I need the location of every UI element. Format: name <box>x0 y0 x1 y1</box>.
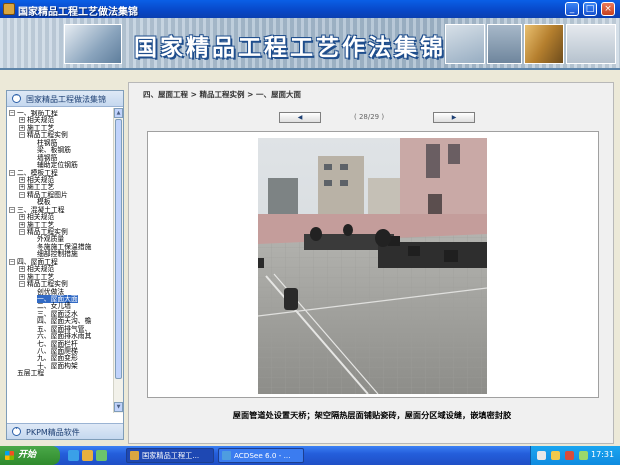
tree-item[interactable]: − 一、钢筋工程 <box>9 110 113 117</box>
expand-node-icon[interactable]: + <box>19 176 25 183</box>
collapse-node-icon[interactable]: − <box>19 229 25 235</box>
tree-item[interactable]: − 三、混凝土工程 <box>9 206 113 214</box>
scroll-up-arrow-icon[interactable]: ▲ <box>114 108 123 118</box>
expand-node-icon[interactable]: + <box>19 273 25 280</box>
collapse-node-icon[interactable]: − <box>19 281 25 288</box>
tree-item[interactable]: + 相关规范 <box>9 265 113 273</box>
collapse-node-icon[interactable]: − <box>9 258 15 265</box>
collapse-node-icon[interactable]: − <box>9 169 15 176</box>
sidebar: ˄ 国家精品工程做法集锦 − 一、钢筋工程 + 相关规范 + 施工工艺 − 精品工程实例 柱钢筋… <box>6 90 124 440</box>
collapse-icon[interactable]: ˄ <box>12 94 21 103</box>
photo-frame <box>147 131 599 398</box>
expand-node-icon[interactable]: + <box>19 117 25 124</box>
taskbar-button-app[interactable]: 国家精品工程工... <box>126 448 214 463</box>
sidebar-footer[interactable]: ˅ PKPM精品软件 <box>7 423 123 439</box>
acdsee-task-icon <box>222 451 231 460</box>
title-bar[interactable]: 国家精品工程工艺做法集锦 _ □ × <box>0 0 620 18</box>
scrollbar-thumb[interactable] <box>115 119 122 379</box>
collapse-node-icon[interactable]: − <box>9 206 15 213</box>
expand-node-icon[interactable]: + <box>19 184 25 191</box>
volume-icon[interactable] <box>579 451 588 460</box>
window-title: 国家精品工程工艺做法集锦 <box>18 7 138 18</box>
breadcrumb: 四、屋面工程 > 精品工程实例 > 一、屋面大面 <box>143 90 302 99</box>
sidebar-header-label: 国家精品工程做法集锦 <box>26 95 106 104</box>
app-icon <box>3 3 15 15</box>
page-indicator: ( 28/29 ) <box>354 113 385 121</box>
clock: 17:31 <box>591 450 615 459</box>
expand-node-icon[interactable]: + <box>19 124 25 131</box>
folder-icon[interactable] <box>82 450 93 461</box>
security-icon[interactable] <box>551 451 560 460</box>
tree-item[interactable]: − 二、模板工程 <box>9 169 113 177</box>
taskbar-button-acdsee[interactable]: ACDSee 6.0 - ... <box>218 448 304 463</box>
collapse-node-icon[interactable]: − <box>9 110 15 116</box>
antivirus-icon[interactable] <box>565 451 574 460</box>
tree-item[interactable]: 五层工程 <box>9 370 113 377</box>
system-tray: 17:31 <box>530 446 620 465</box>
app-window: 国家精品工程工艺做法集锦 _ □ × 国家精品工程工艺作法集锦 ˄ 国家精品工程… <box>0 0 620 446</box>
banner-photo <box>64 24 122 64</box>
tree-item[interactable]: − 四、屋面工程 <box>9 258 113 266</box>
expand-node-icon[interactable]: + <box>19 221 25 228</box>
expand-node-icon[interactable]: + <box>19 214 25 221</box>
banner-title: 国家精品工程工艺作法集锦 <box>134 34 446 61</box>
tree-item-label: 五层工程 <box>17 369 45 378</box>
task-label: ACDSee 6.0 - ... <box>234 451 291 460</box>
tree-item[interactable]: 梁、板钢筋 <box>9 146 113 154</box>
maximize-button[interactable]: □ <box>583 2 597 16</box>
sidebar-footer-label: PKPM精品软件 <box>26 428 80 437</box>
banner-photo <box>566 24 616 64</box>
tree-item[interactable]: + 相关规范 <box>9 176 113 184</box>
sidebar-header[interactable]: ˄ 国家精品工程做法集锦 <box>7 91 123 107</box>
network-icon[interactable] <box>537 451 546 460</box>
browser-icon[interactable] <box>68 450 79 461</box>
close-button[interactable]: × <box>601 2 615 16</box>
content-panel: 四、屋面工程 > 精品工程实例 > 一、屋面大面 ◀ ( 28/29 ) ▶ 屋… <box>128 82 614 444</box>
app-task-icon <box>130 451 139 460</box>
header-banner: 国家精品工程工艺作法集锦 <box>0 18 620 70</box>
tree-item[interactable]: + 相关规范 <box>9 117 113 124</box>
collapse-node-icon[interactable]: − <box>19 132 25 139</box>
vertical-scrollbar[interactable]: ▲ ▼ <box>113 108 123 413</box>
navigation-tree: − 一、钢筋工程 + 相关规范 + 施工工艺 − 精品工程实例 柱钢筋 梁、板钢筋 墙钢筋 辅助定位钢… <box>9 110 113 412</box>
scroll-down-arrow-icon[interactable]: ▼ <box>114 402 123 412</box>
start-label: 开始 <box>18 450 37 460</box>
tree-item[interactable]: − 精品工程图片 <box>9 191 113 199</box>
expand-icon[interactable]: ˅ <box>12 427 21 436</box>
photo-caption: 屋面管道处设置天桥；架空隔热层面铺贴瓷砖，屋面分区域设缝，嵌填密封胶 <box>232 410 512 420</box>
rooftop-photo <box>258 138 487 394</box>
tree-item[interactable]: − 精品工程实例 <box>9 132 113 139</box>
start-button[interactable]: 开始 <box>0 446 60 465</box>
next-button[interactable]: ▶ <box>433 112 475 123</box>
prev-button[interactable]: ◀ <box>279 112 321 123</box>
desktop-icon[interactable] <box>96 450 107 461</box>
expand-node-icon[interactable]: + <box>19 266 25 273</box>
collapse-node-icon[interactable]: − <box>19 191 25 198</box>
taskbar: 开始 国家精品工程工... ACDSee 6.0 - ... 17:31 <box>0 446 620 465</box>
task-label: 国家精品工程工... <box>142 451 200 460</box>
windows-logo-icon <box>5 451 14 460</box>
tree-item[interactable]: + 相关规范 <box>9 213 113 221</box>
banner-photo <box>524 24 564 64</box>
minimize-button[interactable]: _ <box>565 2 579 16</box>
